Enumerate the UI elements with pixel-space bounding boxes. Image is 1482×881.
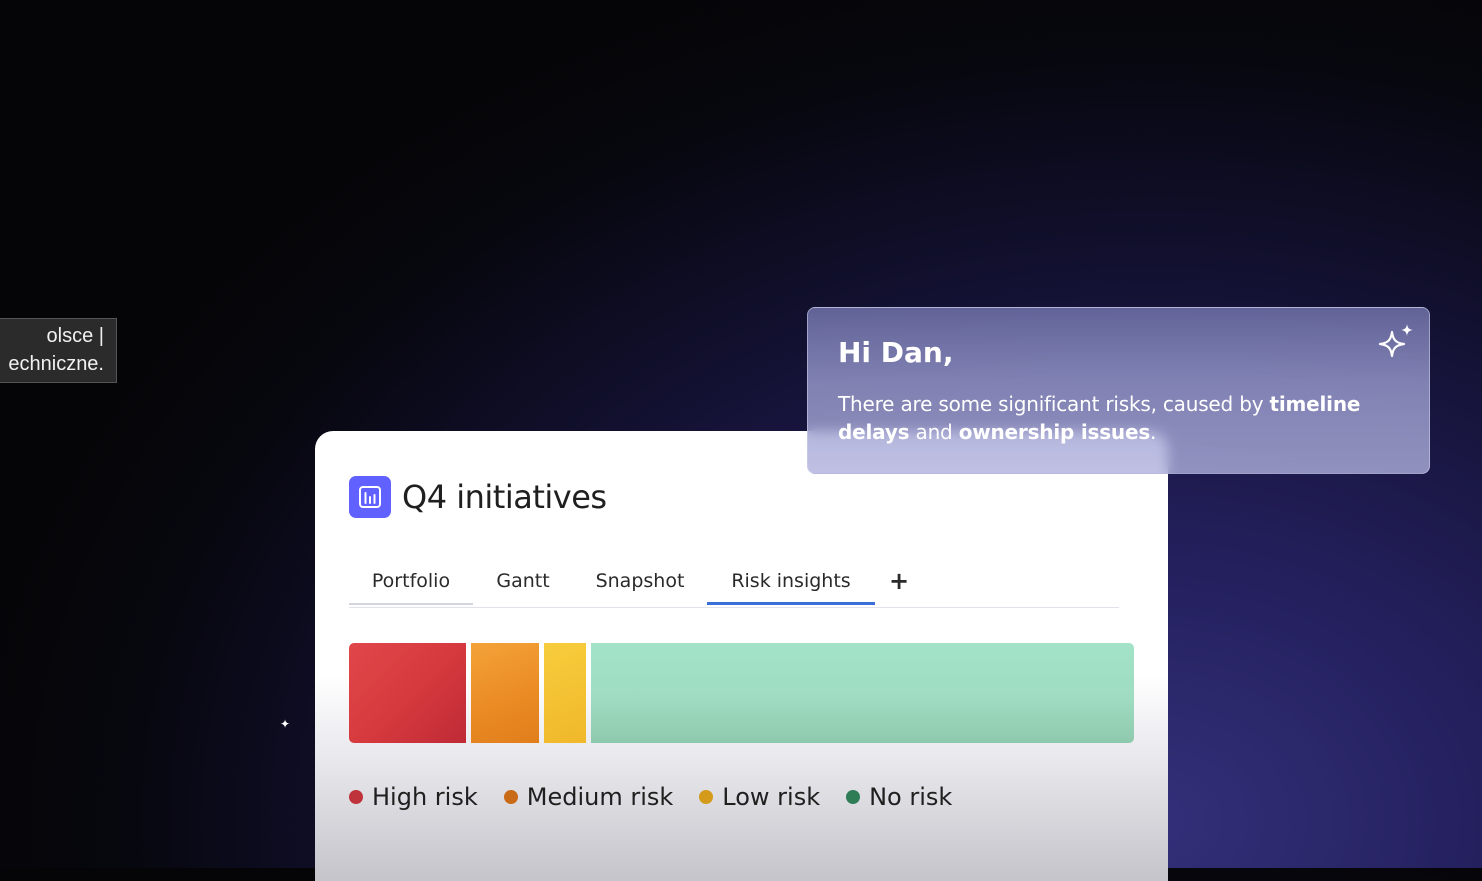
tooltip-line-1: olsce | <box>46 325 104 347</box>
sparkle-icon <box>1378 324 1413 358</box>
small-sparkle-icon: ✦ <box>280 717 291 731</box>
board-header: Q4 initiatives <box>349 476 607 518</box>
risk-distribution-bar <box>349 643 1134 743</box>
assistant-message: There are some significant risks, caused… <box>838 390 1413 446</box>
message-bold-ownership: ownership issues <box>958 420 1151 444</box>
legend-dot-low <box>699 790 714 804</box>
legend-item-low-risk: Low risk <box>699 783 820 811</box>
legend-dot-high <box>349 790 363 804</box>
segment-high-risk[interactable] <box>349 643 466 743</box>
assistant-greeting: Hi Dan, <box>838 336 954 369</box>
tooltip: olsce | echniczne. <box>0 318 117 383</box>
segment-medium-risk[interactable] <box>471 643 539 743</box>
legend-item-no-risk: No risk <box>846 783 952 811</box>
tab-risk-insights[interactable]: Risk insights <box>707 559 875 605</box>
tab-snapshot[interactable]: Snapshot <box>583 559 697 605</box>
legend-label: Medium risk <box>526 783 674 811</box>
view-tabs: Portfolio Gantt Snapshot Risk insights + <box>349 559 1119 608</box>
segment-no-risk[interactable] <box>591 643 1134 743</box>
tab-gantt[interactable]: Gantt <box>473 559 573 605</box>
add-view-button[interactable]: + <box>885 559 913 605</box>
legend-label: Low risk <box>722 783 821 811</box>
board-card: Q4 initiatives Portfolio Gantt Snapshot … <box>315 431 1168 881</box>
message-text-start: There are some significant risks, caused… <box>838 392 1270 416</box>
board-title: Q4 initiatives <box>402 478 607 516</box>
risk-legend: High risk Medium risk Low risk No risk <box>349 783 978 811</box>
segment-low-risk[interactable] <box>544 643 586 743</box>
tooltip-line-2: echniczne. <box>8 353 104 375</box>
message-text-middle: and <box>909 420 959 444</box>
bar-chart-icon <box>349 476 391 518</box>
legend-dot-medium <box>503 790 518 804</box>
legend-item-medium-risk: Medium risk <box>503 783 674 811</box>
ai-assistant-card: Hi Dan, There are some significant risks… <box>807 307 1430 474</box>
legend-dot-none <box>846 790 861 804</box>
tab-portfolio[interactable]: Portfolio <box>349 559 473 605</box>
legend-item-high-risk: High risk <box>349 783 478 811</box>
legend-label: High risk <box>372 783 478 811</box>
message-text-end: . <box>1150 420 1157 444</box>
legend-label: No risk <box>869 783 953 811</box>
